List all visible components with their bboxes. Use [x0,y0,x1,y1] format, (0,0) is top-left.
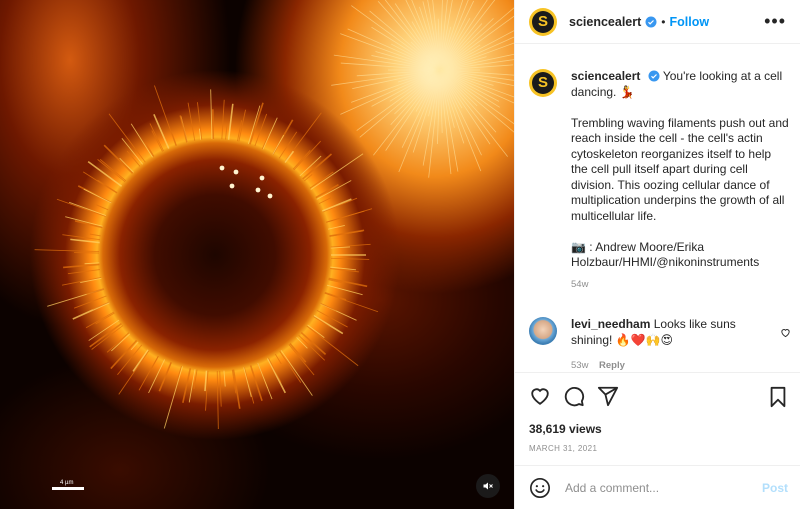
comment-bubble-icon[interactable] [563,385,585,407]
speaker-muted-icon [483,482,493,490]
scale-bar-label: 4 µm [60,480,74,486]
share-paper-plane-icon[interactable] [597,385,619,407]
like-heart-icon[interactable] [529,385,551,407]
more-options-icon[interactable]: ••• [764,12,786,30]
commenter-avatar[interactable] [529,317,557,345]
comment-input[interactable] [565,480,755,495]
post-comment-button[interactable]: Post [762,481,788,495]
comment-body: levi_needham Looks like suns shining! 🔥❤… [571,317,767,371]
mute-button[interactable] [476,474,500,498]
save-bookmark-icon[interactable] [768,386,788,408]
post-header: S sciencealert • Follow ••• [515,0,800,44]
caption-credit: 📷 : Andrew Moore/Erika Holzbaur/HHMI/@ni… [571,239,760,270]
caption: S sciencealert You're looking at a cell … [529,69,789,292]
action-icons [529,385,619,407]
caption-username[interactable]: sciencealert [571,69,640,83]
verified-badge-icon [645,16,657,28]
caption-body: sciencealert You're looking at a cell da… [571,69,789,292]
comment-item: levi_needham Looks like suns shining! 🔥❤… [529,317,791,371]
like-comment-heart-icon[interactable] [780,325,791,343]
comments-section[interactable]: S sciencealert You're looking at a cell … [515,45,800,371]
caption-timestamp[interactable]: 54w [571,277,789,293]
header-username[interactable]: sciencealert [569,15,641,29]
post-media-video[interactable]: 4 µm [0,0,514,509]
add-comment-bar: Post [515,465,800,509]
comment-meta: 53w Reply [571,358,767,371]
comment-username[interactable]: levi_needham [571,317,650,331]
post-side-panel: S sciencealert • Follow ••• S scienceale… [514,0,800,509]
account-avatar[interactable]: S [529,7,557,36]
scale-bar [52,487,84,490]
emoji-icon[interactable] [529,477,551,499]
cell-filaments-graphic [34,0,514,430]
separator-dot: • [661,14,666,29]
follow-button[interactable]: Follow [669,15,709,29]
caption-paragraph: Trembling waving filaments push out and … [571,115,789,223]
view-count[interactable]: 38,619 views [529,422,602,436]
post-date[interactable]: MARCH 31, 2021 [529,444,597,453]
reply-button[interactable]: Reply [599,360,625,371]
comment-timestamp[interactable]: 53w [571,360,588,371]
caption-avatar[interactable]: S [529,69,557,97]
verified-badge-icon [648,70,660,82]
